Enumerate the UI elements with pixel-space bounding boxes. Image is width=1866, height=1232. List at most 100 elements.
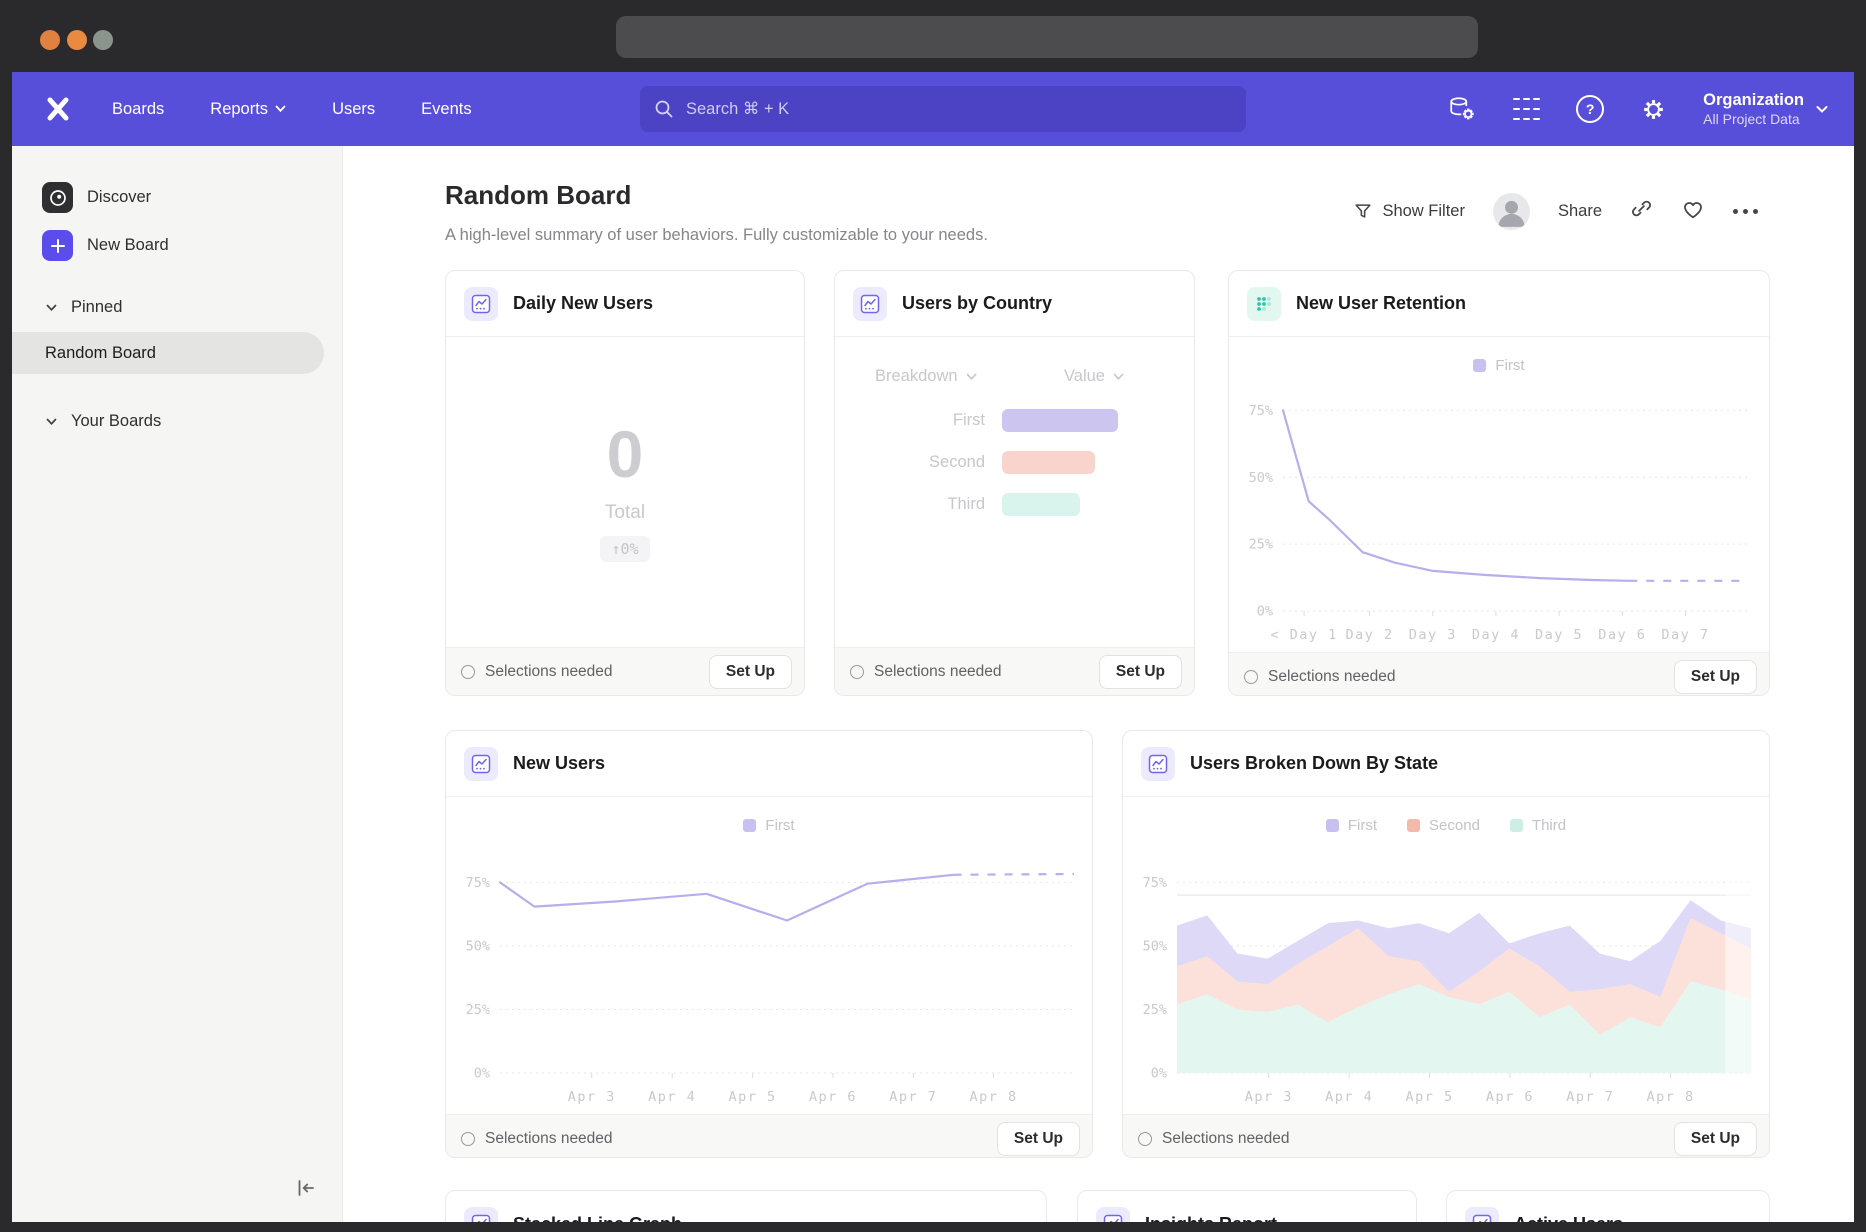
- line-chart-icon: [464, 1207, 498, 1222]
- more-options-icon[interactable]: [1733, 209, 1758, 214]
- window-minimize-button[interactable]: [67, 30, 87, 50]
- card-users-by-country: Users by Country Breakdown Value FirstSe: [834, 270, 1195, 696]
- settings-gear-icon[interactable]: [1640, 96, 1667, 123]
- card-footer: Selections needed Set Up: [446, 1114, 1092, 1158]
- card-users-by-state: Users Broken Down By State FirstSecondTh…: [1122, 730, 1770, 1158]
- sidebar-section-your-boards[interactable]: Your Boards: [46, 412, 161, 431]
- copy-link-icon[interactable]: [1630, 197, 1653, 225]
- compass-icon: [42, 182, 73, 213]
- svg-text:Day 2: Day 2: [1346, 627, 1394, 643]
- funnel-icon: [1353, 201, 1373, 221]
- delta-badge: ↑0%: [600, 536, 649, 562]
- card-title: New User Retention: [1296, 293, 1466, 314]
- svg-text:Apr 5: Apr 5: [1406, 1089, 1454, 1105]
- chevron-down-icon: [275, 105, 286, 113]
- nav-users[interactable]: Users: [332, 100, 375, 119]
- svg-text:Apr 8: Apr 8: [1647, 1089, 1695, 1105]
- status-circle-icon: [461, 665, 475, 679]
- line-chart-icon: [464, 747, 498, 781]
- sidebar-your-boards-label: Your Boards: [71, 412, 161, 431]
- card-title: Users by Country: [902, 293, 1052, 314]
- svg-text:Apr 6: Apr 6: [809, 1089, 857, 1105]
- search-icon: [654, 99, 674, 119]
- sidebar-item-random-board[interactable]: Random Board: [12, 332, 324, 374]
- card-footer: Selections needed Set Up: [835, 647, 1194, 695]
- org-switcher[interactable]: Organization All Project Data: [1703, 90, 1828, 128]
- card-title: New Users: [513, 753, 605, 774]
- search-input[interactable]: [684, 99, 1232, 120]
- nav-reports-label: Reports: [210, 100, 268, 119]
- share-button[interactable]: Share: [1558, 202, 1602, 221]
- nav-reports[interactable]: Reports: [210, 100, 286, 119]
- card-footer: Selections needed Set Up: [446, 647, 804, 695]
- svg-text:0%: 0%: [1257, 604, 1273, 620]
- card-footer: Selections needed Set Up: [1123, 1114, 1769, 1158]
- nav-boards[interactable]: Boards: [112, 100, 164, 119]
- card-title: Users Broken Down By State: [1190, 753, 1438, 774]
- svg-text:Apr 4: Apr 4: [1325, 1089, 1373, 1105]
- help-icon[interactable]: ?: [1576, 95, 1604, 123]
- page-title: Random Board: [445, 180, 631, 211]
- chevron-down-icon: [1816, 105, 1828, 114]
- breakdown-dropdown[interactable]: Breakdown: [875, 367, 977, 386]
- sidebar-item-discover[interactable]: Discover: [42, 182, 151, 213]
- window-zoom-button[interactable]: [93, 30, 113, 50]
- set-up-button[interactable]: Set Up: [997, 1122, 1080, 1156]
- nav-events[interactable]: Events: [421, 100, 471, 119]
- svg-text:Day 4: Day 4: [1472, 627, 1520, 643]
- window-close-button[interactable]: [40, 30, 60, 50]
- page-subtitle: A high-level summary of user behaviors. …: [445, 226, 988, 245]
- window-titlebar: [0, 0, 1866, 72]
- value-dropdown[interactable]: Value: [1064, 367, 1124, 386]
- line-chart-icon: [1465, 1207, 1499, 1222]
- sidebar-collapse-button[interactable]: [292, 1174, 320, 1202]
- status-text: Selections needed: [1268, 668, 1396, 686]
- metric-value: 0: [607, 416, 644, 492]
- main-content: Random Board A high-level summary of use…: [343, 146, 1854, 1222]
- chevron-down-icon: [46, 418, 57, 426]
- set-up-button[interactable]: Set Up: [1099, 655, 1182, 689]
- macos-window: Boards Reports Users Events: [0, 0, 1866, 1232]
- breakdown-label: Breakdown: [875, 367, 958, 386]
- svg-text:Apr 8: Apr 8: [970, 1089, 1018, 1105]
- status-text: Selections needed: [1162, 1130, 1290, 1148]
- svg-text:Day 3: Day 3: [1409, 627, 1457, 643]
- set-up-button[interactable]: Set Up: [709, 655, 792, 689]
- country-bar-row: Third: [835, 493, 1194, 516]
- line-chart-icon: [1141, 747, 1175, 781]
- plus-icon: [42, 230, 73, 261]
- sidebar-new-board-label: New Board: [87, 236, 169, 255]
- svg-text:25%: 25%: [1143, 1002, 1167, 1018]
- avatar[interactable]: [1493, 193, 1530, 230]
- show-filter-button[interactable]: Show Filter: [1353, 201, 1465, 221]
- svg-text:Apr 6: Apr 6: [1486, 1089, 1534, 1105]
- primary-nav: Boards Reports Users Events: [112, 100, 472, 119]
- sidebar: Discover New Board Pinned Random Board Y…: [12, 146, 343, 1222]
- status-text: Selections needed: [874, 663, 1002, 681]
- favorite-heart-icon[interactable]: [1681, 197, 1705, 226]
- state-stacked-area-chart: 75%50%25%0%Apr 3Apr 4Apr 5Apr 6Apr 7Apr …: [1123, 843, 1769, 1114]
- card-title: Active Users: [1514, 1214, 1623, 1223]
- sidebar-section-pinned[interactable]: Pinned: [46, 298, 122, 317]
- data-management-icon[interactable]: [1447, 95, 1477, 123]
- apps-grid-icon[interactable]: [1513, 96, 1540, 123]
- card-insights-report: Insights Report: [1077, 1190, 1417, 1222]
- svg-text:Day 5: Day 5: [1535, 627, 1583, 643]
- set-up-button[interactable]: Set Up: [1674, 660, 1757, 694]
- status-text: Selections needed: [485, 1130, 613, 1148]
- svg-text:50%: 50%: [1143, 938, 1167, 954]
- mixpanel-logo-icon[interactable]: [44, 95, 72, 123]
- card-title: Stacked Line Graph: [513, 1214, 682, 1223]
- address-bar[interactable]: [616, 16, 1478, 58]
- svg-text:Apr 5: Apr 5: [729, 1089, 777, 1105]
- chevron-down-icon: [46, 304, 57, 312]
- retention-grid-icon: [1247, 287, 1281, 321]
- chart-legend: First: [446, 797, 1092, 843]
- svg-text:Apr 3: Apr 3: [568, 1089, 616, 1105]
- sidebar-item-new-board[interactable]: New Board: [42, 230, 169, 261]
- svg-text:25%: 25%: [1249, 537, 1273, 553]
- svg-text:Apr 7: Apr 7: [1566, 1089, 1614, 1105]
- set-up-button[interactable]: Set Up: [1674, 1122, 1757, 1156]
- card-daily-new-users: Daily New Users 0 Total ↑0% Selections n…: [445, 270, 805, 696]
- search-bar[interactable]: [640, 86, 1246, 132]
